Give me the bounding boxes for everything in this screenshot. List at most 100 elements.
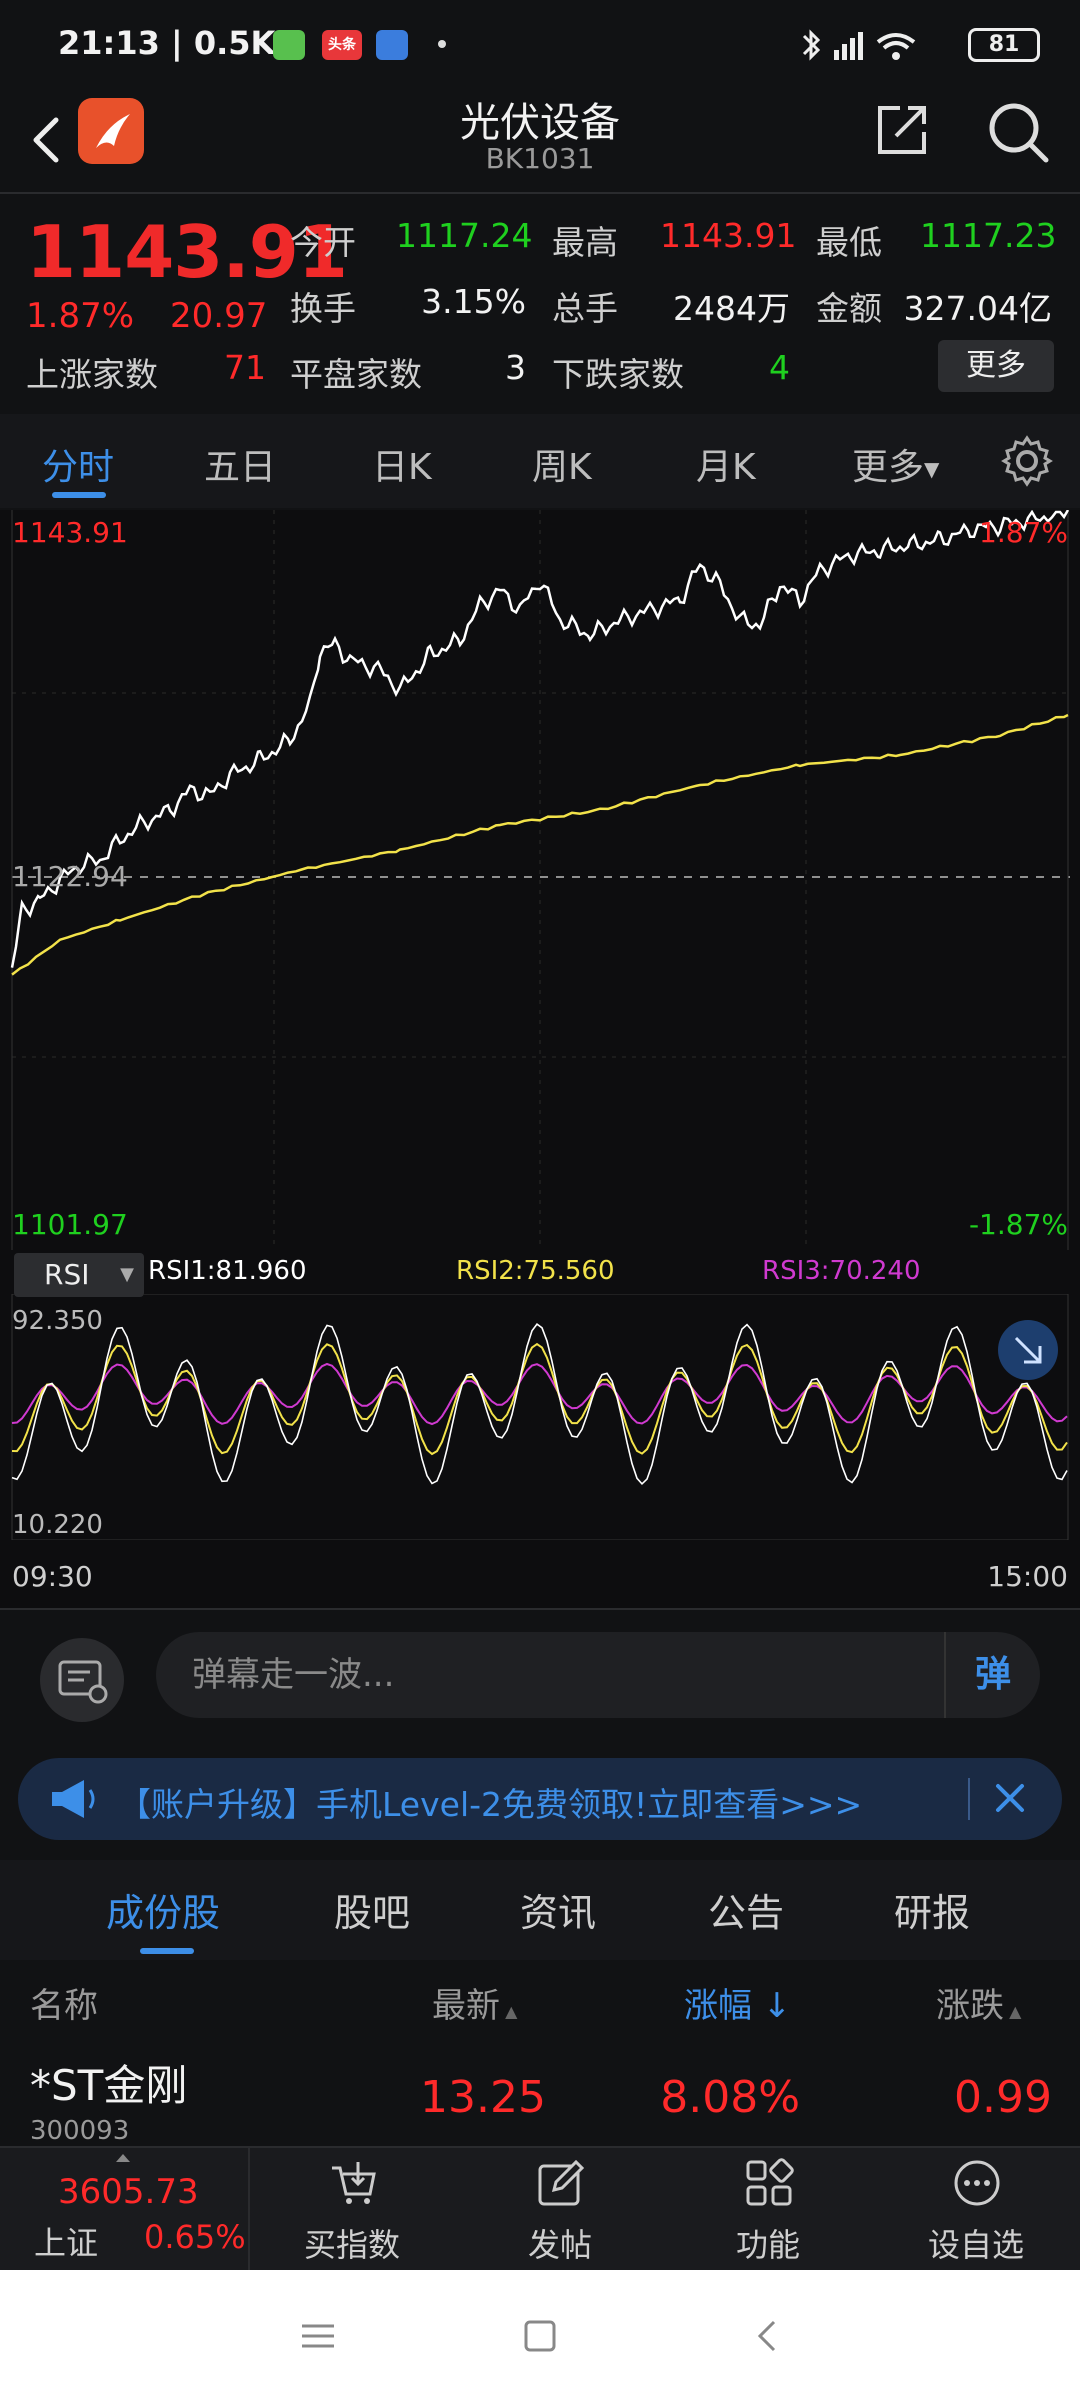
flat-count: 3 <box>505 348 526 387</box>
danmu-send-button[interactable]: 弹 <box>944 1632 1040 1718</box>
tab-announcements[interactable]: 公告 <box>708 1882 784 1937</box>
share-icon[interactable] <box>872 100 932 160</box>
status-time: 21:13 | 0.5K/s <box>58 24 307 62</box>
low-value: 1117.23 <box>920 216 1057 255</box>
pct-max-label: 1.87% <box>979 516 1068 549</box>
down-count: 4 <box>769 348 790 387</box>
price-line <box>10 510 1070 968</box>
danmu-input[interactable]: 弹幕走一波... 弹 <box>156 1632 1040 1718</box>
volume-value: 2484万 <box>673 289 790 328</box>
index-pct: 0.65% <box>144 2218 246 2256</box>
add-watchlist-button[interactable]: 设自选 <box>896 2148 1056 2272</box>
open-label: 今开 <box>290 223 356 262</box>
close-icon[interactable] <box>988 1776 1032 1820</box>
column-pct-label: 涨幅 <box>684 1986 752 2026</box>
amount-value: 327.04亿 <box>903 289 1052 328</box>
rsi2-value: RSI2:75.560 <box>456 1256 615 1286</box>
column-latest[interactable]: 最新 ▲ <box>432 1978 517 2027</box>
tab-daily-k[interactable]: 日K <box>372 438 432 490</box>
rsi-min-label: 10.220 <box>12 1510 103 1540</box>
index-value: 3605.73 <box>58 2172 199 2212</box>
rsi3-value: RSI3:70.240 <box>762 1256 921 1286</box>
divider <box>0 192 1080 194</box>
app-root: 21:13 | 0.5K/s 头条 81 光伏设备 BK1031 1143.91… <box>0 0 1080 2400</box>
sort-icon: ▲ <box>500 2002 518 2021</box>
megaphone-icon <box>52 1780 95 1818</box>
rsi1-value: RSI1:81.960 <box>148 1256 307 1286</box>
status-bar: 21:13 | 0.5K/s 头条 81 <box>0 0 1080 90</box>
indicator-select[interactable]: RSI ▼ <box>14 1253 144 1297</box>
volume-label: 总手 <box>552 289 618 328</box>
chart-area[interactable]: 1143.91 1.87% 1122.94 1101.97 -1.87% 92.… <box>0 510 1080 1610</box>
high-label: 最高 <box>552 223 618 262</box>
rsi-chart[interactable] <box>0 1294 1080 1540</box>
post-button[interactable]: 发帖 <box>480 2148 640 2272</box>
time-start-label: 09:30 <box>12 1560 93 1593</box>
rsi-max-label: 92.350 <box>12 1306 103 1336</box>
table-row[interactable]: *ST金刚 300093 13.25 8.08% 0.99 <box>0 2038 1080 2146</box>
active-tab-indicator <box>140 1948 194 1954</box>
column-latest-label: 最新 <box>432 1986 500 2026</box>
change-pct: 1.87% <box>26 296 135 336</box>
danmu-placeholder: 弹幕走一波... <box>192 1655 395 1695</box>
price-chart[interactable] <box>0 510 1080 1250</box>
search-icon[interactable] <box>986 100 1050 164</box>
dropdown-icon: ▼ <box>924 457 940 481</box>
high-value: 1143.91 <box>660 216 797 255</box>
index-name: 上证 <box>34 2224 99 2262</box>
stock-code: 300093 <box>30 2116 130 2146</box>
sort-desc-icon: ↓ <box>752 1986 792 2026</box>
low-label: 最低 <box>816 223 882 262</box>
change-value: 20.97 <box>170 296 268 336</box>
post-label: 发帖 <box>527 2226 592 2264</box>
functions-button[interactable]: 功能 <box>688 2148 848 2272</box>
stock-change: 0.99 <box>954 2072 1052 2123</box>
column-change[interactable]: 涨跌 ▲ <box>936 1978 1021 2027</box>
battery-icon: 81 <box>968 28 1040 62</box>
promo-banner[interactable]: 【账户升级】手机Level-2免费领取!立即查看>>> <box>18 1758 1062 1840</box>
buy-index-button[interactable]: 买指数 <box>272 2148 432 2272</box>
system-nav-bar <box>0 2270 1080 2400</box>
dropdown-icon: ▼ <box>120 1264 134 1285</box>
tab-more[interactable]: 更多▼ <box>852 438 939 490</box>
rsi2-line <box>11 1342 1068 1456</box>
stock-name: *ST金刚 <box>30 2061 188 2110</box>
edit-icon <box>538 2159 585 2206</box>
indicator-select-label: RSI <box>44 1258 90 1291</box>
tab-research[interactable]: 研报 <box>894 1882 970 1937</box>
banner-text[interactable]: 【账户升级】手机Level-2免费领取!立即查看>>> <box>118 1778 862 1826</box>
sort-icon: ▲ <box>1004 2002 1022 2021</box>
functions-label: 功能 <box>735 2226 800 2264</box>
up-count-label: 上涨家数 <box>26 355 158 394</box>
tab-five-day[interactable]: 五日 <box>204 438 276 490</box>
flat-count-label: 平盘家数 <box>290 355 422 394</box>
chart-tabs: 分时 五日 日K 周K 月K 更多▼ <box>0 414 1080 508</box>
back-nav-icon[interactable] <box>748 2316 788 2356</box>
column-name[interactable]: 名称 <box>30 1978 98 2027</box>
column-pct[interactable]: 涨幅 ↓ <box>684 1978 791 2027</box>
danmu-settings-icon[interactable] <box>40 1638 124 1722</box>
menu-icon[interactable] <box>298 2316 338 2356</box>
quote-more-button[interactable]: 更多 <box>938 340 1054 392</box>
header: 光伏设备 BK1031 <box>0 90 1080 190</box>
up-count: 71 <box>224 348 266 387</box>
more-notifications-dot <box>438 40 446 48</box>
home-icon[interactable] <box>520 2316 560 2356</box>
tab-news[interactable]: 资讯 <box>520 1882 596 1937</box>
gear-icon[interactable] <box>1000 434 1054 488</box>
tab-forum[interactable]: 股吧 <box>334 1882 410 1937</box>
list-header: 名称 最新 ▲ 涨幅 ↓ 涨跌 ▲ <box>0 1960 1080 2038</box>
signal-wifi-icon <box>802 29 916 61</box>
rsi1-line <box>11 1322 1068 1486</box>
tab-constituents[interactable]: 成份股 <box>106 1882 220 1937</box>
add-watchlist-label: 设自选 <box>927 2226 1024 2264</box>
more-circle-icon <box>954 2160 1000 2206</box>
price-min-label: 1101.97 <box>12 1208 128 1241</box>
danmu-row: 弹幕走一波... 弹 <box>0 1610 1080 1740</box>
tab-intraday[interactable]: 分时 <box>42 438 114 490</box>
column-change-label: 涨跌 <box>936 1986 1004 2026</box>
tab-weekly-k[interactable]: 周K <box>532 438 592 490</box>
tab-monthly-k[interactable]: 月K <box>696 438 756 490</box>
turnover-label: 换手 <box>290 289 356 328</box>
amount-label: 金额 <box>816 289 882 328</box>
